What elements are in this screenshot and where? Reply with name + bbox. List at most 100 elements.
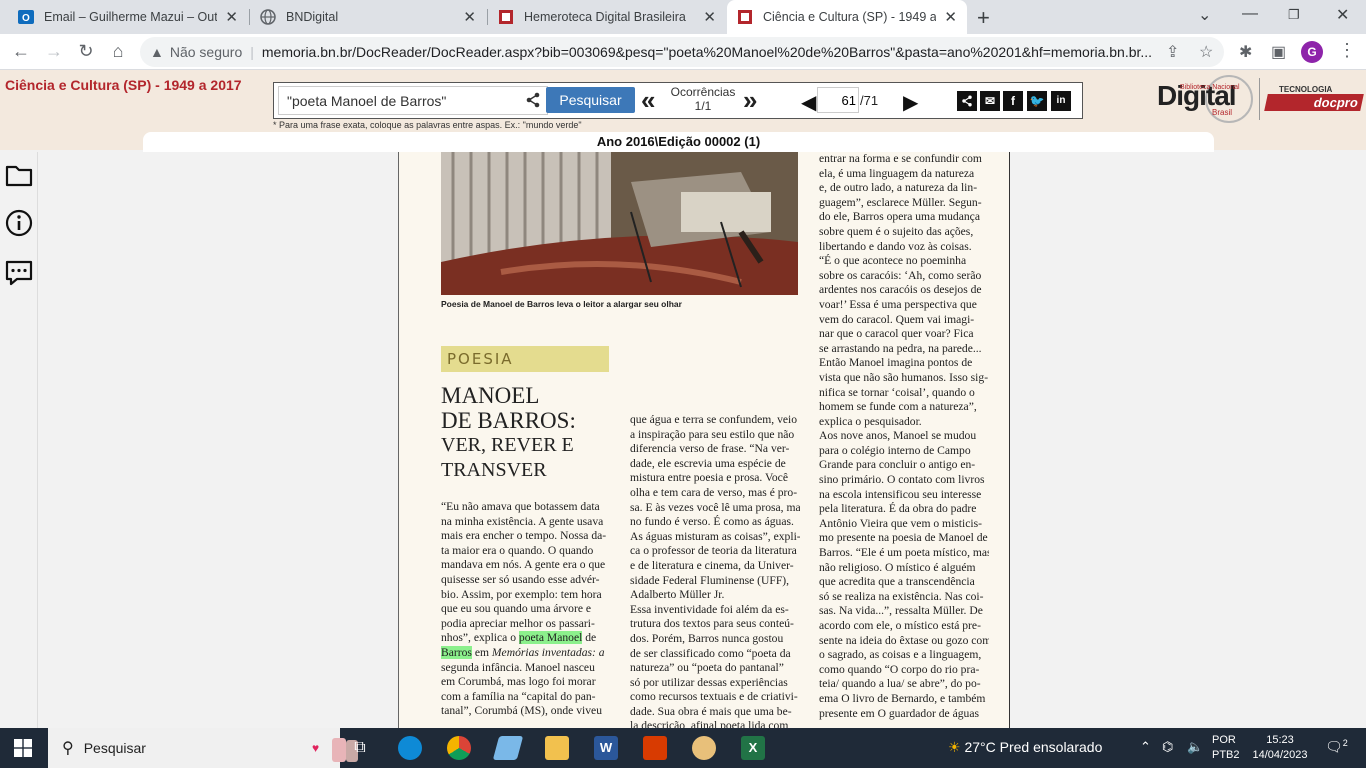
- edge-icon[interactable]: [398, 736, 422, 760]
- address-bar[interactable]: ▲ Não seguro | memoria.bn.br/DocReader/D…: [140, 37, 1224, 67]
- document-page[interactable]: Poesia de Manoel de Barros leva o leitor…: [398, 152, 1010, 728]
- text-line: em Corumbá, mas logo foi morar: [441, 675, 596, 689]
- text-line: que eu sou quando uma árvore e: [441, 602, 592, 616]
- more-menu-icon[interactable]: ⋮: [1338, 40, 1356, 61]
- office-icon[interactable]: [643, 736, 667, 760]
- time: 15:23: [1266, 734, 1294, 746]
- facebook-icon[interactable]: f: [1003, 91, 1023, 111]
- sidepanel-icon[interactable]: ▣: [1271, 42, 1286, 62]
- text-line: com a família na “capital do pan-: [441, 689, 596, 703]
- email-icon[interactable]: ✉: [980, 91, 1000, 111]
- close-window-button[interactable]: ✕: [1336, 5, 1349, 25]
- notes-icon[interactable]: [492, 736, 524, 760]
- close-icon[interactable]: ✕: [225, 8, 238, 26]
- share-social-icon[interactable]: [957, 91, 977, 111]
- share-icon[interactable]: [525, 92, 541, 111]
- text-line: sente na ideia do êxtase ou gozo com: [819, 633, 989, 647]
- text-line: teia/ quando a lua/ se abre”, do po-: [819, 677, 981, 691]
- windows-start-icon[interactable]: [14, 739, 32, 757]
- excel-icon[interactable]: X: [741, 736, 765, 760]
- new-tab-button[interactable]: +: [977, 5, 990, 31]
- viewer-sidebar: [0, 152, 38, 728]
- text-line: dade. Sua obra é mais que uma be-: [630, 704, 792, 718]
- task-view-icon[interactable]: ⧉: [348, 736, 372, 760]
- volume-icon[interactable]: 🔈: [1187, 739, 1203, 755]
- tab-ciencia-cultura[interactable]: Ciência e Cultura (SP) - 1949 a 20 ✕: [727, 0, 967, 34]
- text-line: libertando e dando voz às coisas.: [819, 239, 972, 253]
- text-line: na escola intensificou seu interesse: [819, 487, 982, 501]
- site-content: Ciência e Cultura (SP) - 1949 a 2017 Pes…: [0, 70, 1366, 728]
- taskbar-search[interactable]: ⚲ Pesquisar ♥: [48, 728, 358, 768]
- search-input[interactable]: [278, 86, 548, 115]
- text-line: como recursos textuais e de criativi-: [630, 690, 798, 704]
- first-occurrence-icon[interactable]: «: [641, 86, 655, 114]
- text-fragment: em: [471, 645, 492, 659]
- chrome-icon[interactable]: [447, 736, 471, 760]
- notification-icon[interactable]: 🗨2: [1325, 738, 1348, 756]
- tab-bndigital[interactable]: BNDigital ✕: [250, 0, 486, 34]
- browser-toolbar: ← → ↻ ⌂ ▲ Não seguro | memoria.bn.br/Doc…: [0, 34, 1366, 70]
- share-icon[interactable]: ⇪: [1166, 42, 1179, 62]
- text-line: e de literatura e cinema, da Univer-: [630, 558, 794, 572]
- word-icon[interactable]: W: [594, 736, 618, 760]
- warning-icon[interactable]: ▲: [150, 44, 164, 60]
- section-tag: POESIA: [441, 346, 609, 372]
- text-line: mistura entre poesia e prosa. Você: [630, 471, 788, 485]
- extensions-icon[interactable]: ✱: [1239, 42, 1252, 62]
- text-line: bio. Assim, por exemplo: tem hora: [441, 587, 602, 601]
- docpro-logo[interactable]: docpro: [1264, 94, 1364, 111]
- close-icon[interactable]: ✕: [703, 8, 716, 26]
- forward-arrow-icon[interactable]: →: [43, 41, 65, 62]
- language-indicator[interactable]: POR PTB2: [1212, 733, 1240, 763]
- home-icon[interactable]: ⌂: [107, 41, 129, 62]
- text-fragment: nhos”, explica o: [441, 631, 519, 645]
- text-line: no fundo é verso. É como as águas.: [630, 515, 794, 529]
- file-explorer-icon[interactable]: [545, 736, 569, 760]
- avatar[interactable]: G: [1301, 41, 1323, 63]
- text-line: diferencia verso de frase. “Na ver-: [630, 442, 790, 456]
- text-line: voar!’ Essa é uma perspectiva que: [819, 297, 977, 311]
- text-line: sobre os caracóis: ‘Ah, como serão: [819, 268, 982, 282]
- text-line: que acredita que a transcendência: [819, 575, 975, 589]
- twitter-icon[interactable]: 🐦: [1027, 91, 1047, 111]
- text-line: sa. E às vezes você lê uma prosa, mas: [630, 500, 800, 514]
- security-label[interactable]: Não seguro: [170, 44, 242, 60]
- tab-outlook[interactable]: O Email – Guilherme Mazui – Outlo ✕: [8, 0, 248, 34]
- network-icon[interactable]: ⌬: [1162, 739, 1173, 755]
- star-icon[interactable]: ☆: [1199, 42, 1213, 62]
- text-line: como quando “O corpo do rio pra-: [819, 662, 980, 676]
- folder-icon[interactable]: [4, 160, 34, 190]
- close-icon[interactable]: ✕: [463, 8, 476, 26]
- restore-button[interactable]: ❐: [1288, 7, 1300, 23]
- chevron-up-icon[interactable]: ⌃: [1140, 739, 1151, 755]
- tab-search-icon[interactable]: ⌄: [1198, 5, 1211, 25]
- article-column-1: “Eu não amava que botassem data na minha…: [441, 500, 610, 719]
- text-line: sidade Federal Fluminense (UFF),: [630, 573, 790, 587]
- next-page-icon[interactable]: ▶: [903, 90, 918, 115]
- page-number-input[interactable]: [817, 87, 859, 113]
- text-line: a inspiração para seu estilo que não: [630, 427, 795, 441]
- text-line: ela, é uma linguagem da natureza: [819, 166, 975, 180]
- headline-line: TRANSVER: [441, 459, 547, 481]
- url-text[interactable]: memoria.bn.br/DocReader/DocReader.aspx?b…: [262, 44, 1224, 60]
- page-title: Ciência e Cultura (SP) - 1949 a 2017: [5, 77, 242, 93]
- close-icon[interactable]: ✕: [944, 8, 957, 26]
- info-icon[interactable]: [4, 208, 34, 238]
- minimize-button[interactable]: —: [1242, 5, 1258, 23]
- search-button[interactable]: Pesquisar: [546, 87, 635, 113]
- tab-hemeroteca[interactable]: Hemeroteca Digital Brasileira ✕: [488, 0, 726, 34]
- text-line: mo presente na poesia de Manoel de: [819, 531, 988, 545]
- reload-icon[interactable]: ↻: [75, 41, 97, 62]
- comments-icon[interactable]: [4, 258, 34, 288]
- last-occurrence-icon[interactable]: »: [743, 86, 757, 114]
- text-line: tanal”, Corumbá (MS), onde viveu: [441, 704, 602, 718]
- weather-widget[interactable]: ☀ 27°C Pred ensolarado: [948, 739, 1102, 756]
- text-line: As águas misturam as coisas”, expli-: [630, 529, 800, 543]
- paint-icon[interactable]: [692, 736, 716, 760]
- prev-page-icon[interactable]: ◀: [801, 90, 816, 115]
- linkedin-icon[interactable]: in: [1051, 91, 1071, 111]
- text-line: segunda infância. Manoel nasceu: [441, 660, 595, 674]
- clock[interactable]: 15:23 14/04/2023: [1250, 733, 1310, 763]
- back-arrow-icon[interactable]: ←: [10, 41, 32, 62]
- logo-tecnologia-text: TECNOLOGIA: [1279, 85, 1333, 94]
